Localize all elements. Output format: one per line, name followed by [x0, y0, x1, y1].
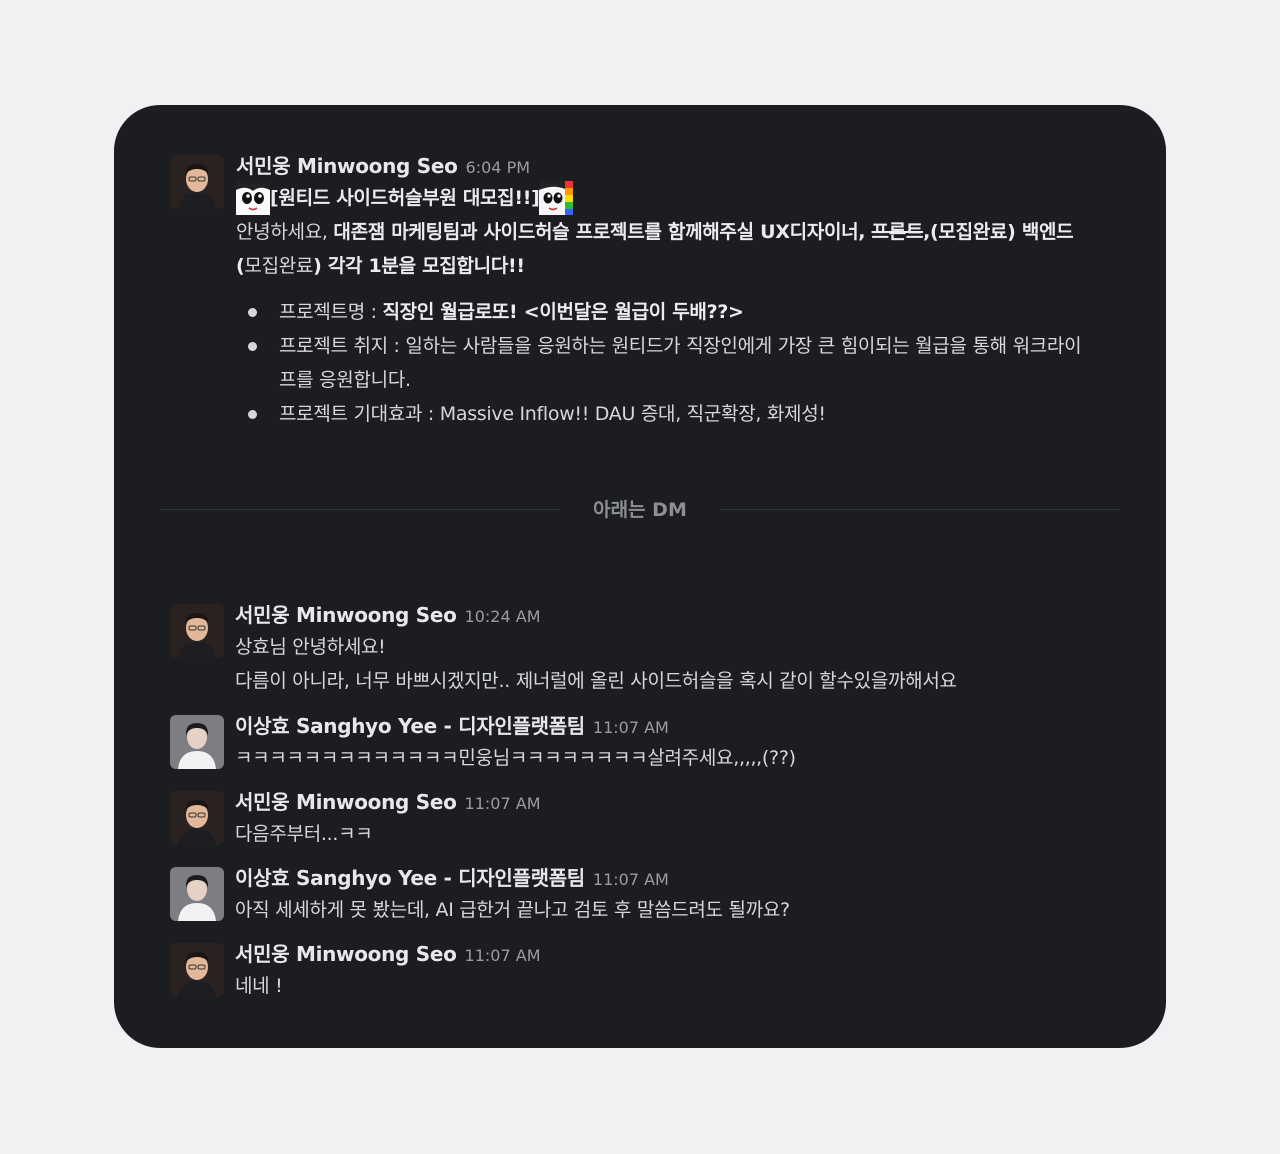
bullet-dot	[248, 342, 257, 351]
timestamp[interactable]: 11:07 AM	[593, 870, 669, 889]
post-title-text: [원티드 사이드허슬부원 대모집!!]	[270, 187, 540, 209]
bullet-project-effect: 프로젝트 기대효과 : Massive Inflow!! DAU 증대, 직군확…	[236, 397, 1096, 431]
avatar-sanghyo[interactable]	[170, 715, 224, 769]
bullet-dot	[248, 308, 257, 317]
author-name[interactable]: 서민웅 Minwoong Seo	[235, 790, 457, 814]
timestamp[interactable]: 11:07 AM	[465, 794, 541, 813]
post-intro: 안녕하세요, 대존잼 마케팅팀과 사이드허슬 프로젝트를 함께해주실 UX디자이…	[236, 221, 1074, 277]
avatar-minwoong[interactable]	[170, 791, 224, 845]
rainbow-face-emoji-icon	[539, 181, 574, 215]
message-text: 다름이 아니라, 너무 바쁘시겠지만.. 제너럴에 올린 사이드허슬을 혹시 같…	[235, 670, 957, 692]
doll-face-emoji-icon	[236, 181, 270, 215]
timestamp[interactable]: 11:07 AM	[593, 718, 669, 737]
bullet-project-purpose: 프로젝트 취지 : 일하는 사람들을 응원하는 원티드가 직장인에게 가장 큰 …	[236, 329, 1091, 397]
author-name[interactable]: 서민웅 Minwoong Seo	[236, 154, 458, 178]
message-text: 네네 !	[235, 975, 283, 997]
message-text: ㅋㅋㅋㅋㅋㅋㅋㅋㅋㅋㅋㅋㅋ민웅님ㅋㅋㅋㅋㅋㅋㅋㅋ살려주세요,,,,,(??)	[235, 747, 796, 769]
dm-divider: 아래는 DM	[160, 495, 1120, 525]
avatar-minwoong[interactable]	[170, 604, 224, 658]
author-name[interactable]: 서민웅 Minwoong Seo	[235, 942, 457, 966]
avatar-minwoong[interactable]	[170, 155, 224, 209]
message-text: 아직 세세하게 못 봤는데, AI 급한거 끝나고 검토 후 말씀드려도 될까요…	[235, 899, 790, 921]
message-text: 상효님 안녕하세요!	[235, 636, 386, 658]
post-bullet-list: 프로젝트명 : 직장인 월급로또! <이번달은 월급이 두배??> 프로젝트 취…	[236, 295, 1096, 431]
avatar-minwoong[interactable]	[170, 943, 224, 997]
message-text: 다음주부터...ㅋㅋ	[235, 823, 373, 845]
timestamp[interactable]: 6:04 PM	[466, 158, 530, 177]
bullet-dot	[248, 410, 257, 419]
author-name[interactable]: 이상효 Sanghyo Yee - 디자인플랫폼팀	[235, 866, 585, 890]
author-name[interactable]: 서민웅 Minwoong Seo	[235, 603, 457, 627]
avatar-sanghyo[interactable]	[170, 867, 224, 921]
divider-label: 아래는 DM	[593, 499, 687, 521]
author-name[interactable]: 이상효 Sanghyo Yee - 디자인플랫폼팀	[235, 714, 585, 738]
post-title: [원티드 사이드허슬부원 대모집!!]	[236, 181, 1096, 215]
timestamp[interactable]: 10:24 AM	[465, 607, 541, 626]
timestamp[interactable]: 11:07 AM	[465, 946, 541, 965]
bullet-project-name: 프로젝트명 : 직장인 월급로또! <이번달은 월급이 두배??>	[236, 295, 1096, 329]
message-card: 서민웅 Minwoong Seo 6:04 PM [원티드 사이드허슬부원 대모집…	[114, 105, 1166, 1048]
